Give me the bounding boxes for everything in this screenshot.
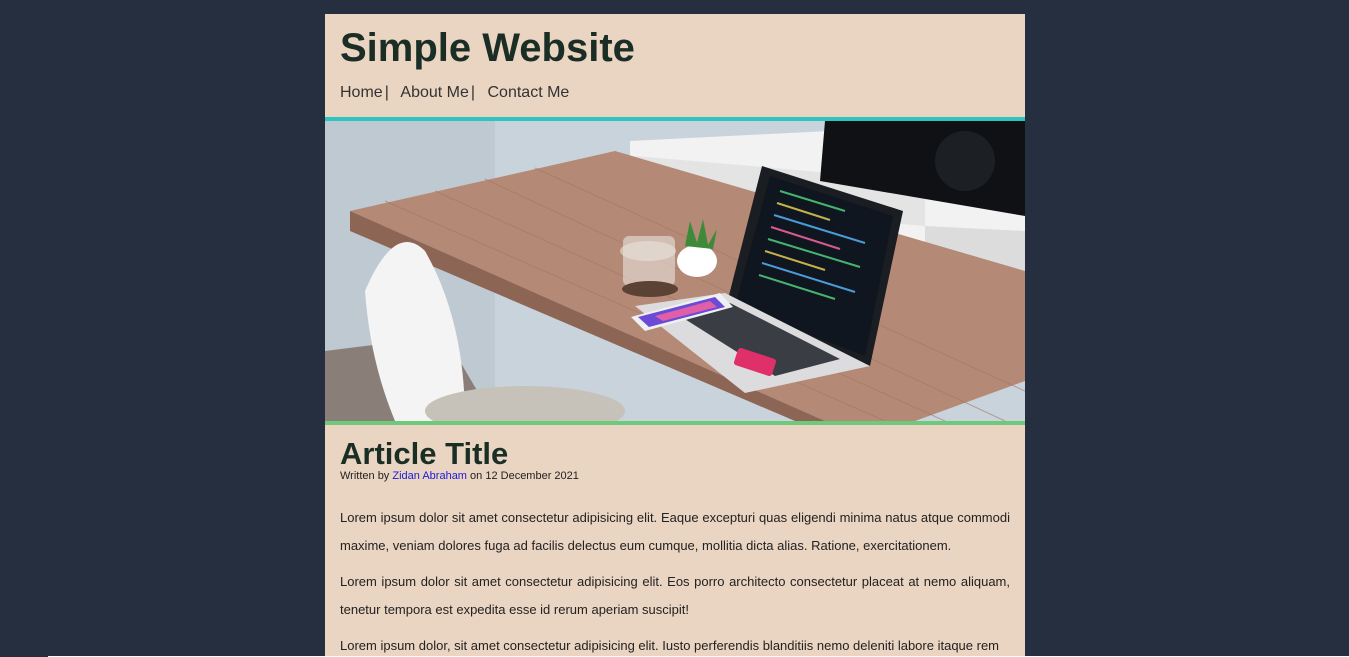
byline-prefix: Written by: [340, 470, 390, 482]
article-byline: Written by Zidan Abraham on 12 December …: [340, 469, 1010, 483]
article: Article Title Written by Zidan Abraham o…: [325, 425, 1025, 657]
site-header: Simple Website Home | About Me | Contact M…: [325, 14, 1025, 121]
page-container: Simple Website Home | About Me | Contact M…: [325, 14, 1025, 657]
byline-date: on 12 December 2021: [470, 470, 579, 482]
nav-separator: |: [384, 84, 389, 101]
hero-image: [325, 121, 1025, 425]
site-title: Simple Website: [340, 26, 635, 70]
nav-home-link[interactable]: Home: [340, 84, 383, 101]
main-nav: Home | About Me | Contact Me: [340, 83, 1010, 103]
nav-contact-link[interactable]: Contact Me: [488, 84, 570, 101]
article-paragraph: Lorem ipsum dolor sit amet consectetur a…: [340, 510, 1010, 553]
nav-about-link[interactable]: About Me: [400, 84, 468, 101]
article-paragraph: Lorem ipsum dolor sit amet consectetur a…: [340, 574, 1010, 617]
article-paragraph: Lorem ipsum dolor, sit amet consectetur …: [340, 638, 1000, 653]
nav-separator: |: [470, 84, 476, 101]
article-title: Article Title: [340, 436, 509, 471]
hero-photo-illustration: [325, 121, 1025, 421]
author-link[interactable]: Zidan Abraham: [392, 470, 467, 482]
